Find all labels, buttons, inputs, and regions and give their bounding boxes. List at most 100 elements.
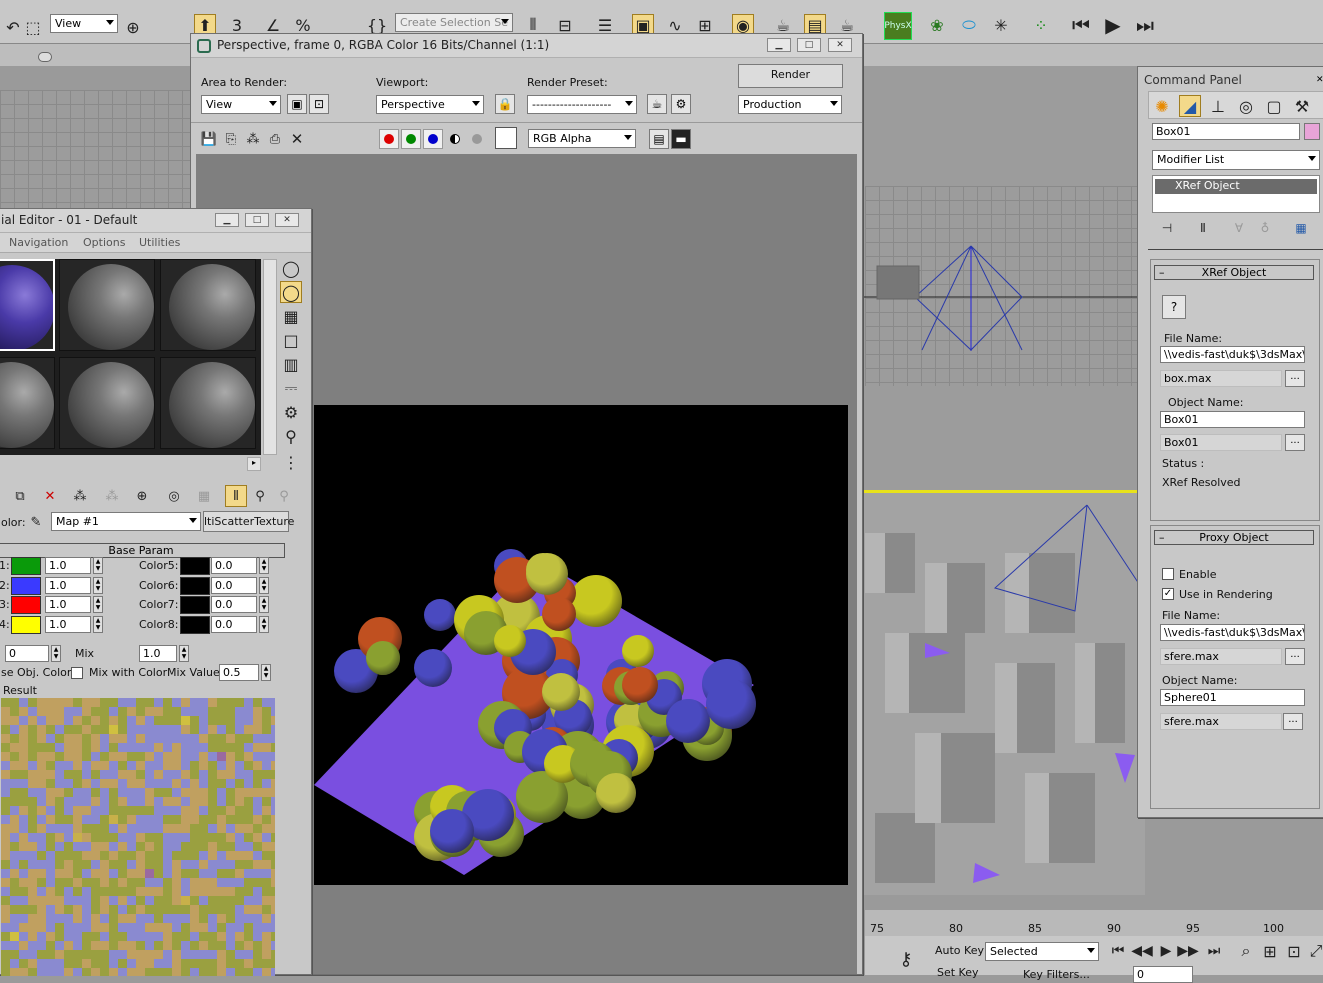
modifier-list-combo[interactable]: Modifier List: [1152, 150, 1320, 170]
physx-multi-icon[interactable]: ⁘: [1030, 14, 1052, 36]
color-amount-field[interactable]: 1.0: [45, 576, 91, 594]
object-name-field[interactable]: Box01: [1152, 123, 1300, 140]
save-image-icon[interactable]: 💾: [198, 128, 220, 150]
color-amount-spinner[interactable]: ▲ ▼: [259, 576, 269, 594]
assign-material-icon[interactable]: ⧉: [9, 485, 31, 507]
remove-modifier-icon[interactable]: ♁: [1254, 217, 1276, 239]
color-amount-spinner[interactable]: ▲ ▼: [259, 615, 269, 633]
proxy-object-rollout[interactable]: – Proxy Object: [1154, 530, 1314, 545]
xref-info-icon[interactable]: ?: [1162, 295, 1186, 319]
key-set-combo[interactable]: Selected: [985, 942, 1099, 961]
show-end-result-icon[interactable]: ⫴: [225, 485, 247, 507]
copy-image-icon[interactable]: ⎘: [220, 128, 242, 150]
close-icon[interactable]: ✕: [1316, 75, 1323, 85]
select-region-icon[interactable]: ⬚: [22, 16, 44, 38]
show-map-icon[interactable]: ▦: [193, 485, 215, 507]
go-to-start-icon[interactable]: ⏮: [1070, 13, 1092, 37]
map-name-combo[interactable]: Map #1: [51, 512, 201, 531]
reference-coordinate-combo[interactable]: View: [50, 14, 118, 33]
make-preview-icon[interactable]: ⎓: [280, 377, 302, 399]
menu-options[interactable]: Options: [83, 236, 125, 249]
maximize-button[interactable]: □: [245, 213, 269, 227]
reset-map-icon[interactable]: ✕: [39, 485, 61, 507]
proxy-file-browse-button[interactable]: ...: [1285, 648, 1305, 665]
use-in-rendering-checkbox[interactable]: ✓: [1162, 588, 1174, 600]
mix-with-color-checkbox[interactable]: [71, 667, 83, 679]
extra-value-field[interactable]: 0: [5, 645, 49, 662]
zoom-all-icon[interactable]: ⊞: [1259, 940, 1281, 962]
proxy-object-browse-button[interactable]: ...: [1283, 713, 1303, 730]
color-amount-field[interactable]: 0.0: [211, 615, 257, 633]
close-button[interactable]: ✕: [828, 38, 852, 52]
utilities-tab-icon[interactable]: ⚒: [1291, 95, 1313, 117]
copy-material-icon[interactable]: ⁂: [69, 485, 91, 507]
sample-slot[interactable]: [0, 357, 55, 449]
viewport-combo[interactable]: Perspective: [376, 95, 484, 114]
video-color-check-icon[interactable]: ▥: [280, 353, 302, 375]
xref-object-name-field[interactable]: Box01: [1160, 411, 1305, 428]
prev-key-icon[interactable]: ◀◀: [1131, 940, 1153, 962]
lock-viewport-icon[interactable]: 🔒: [495, 94, 515, 114]
perspective-viewport[interactable]: [855, 490, 1145, 895]
scroll-right-icon[interactable]: ▸: [247, 457, 261, 471]
green-channel-icon[interactable]: [401, 129, 421, 149]
front-viewport[interactable]: [855, 66, 1145, 490]
checker-background-icon[interactable]: ▦: [280, 305, 302, 327]
mix-spinner[interactable]: ▲ ▼: [179, 645, 189, 662]
physx-icon[interactable]: PhysX: [884, 12, 912, 40]
zoom-extents-icon[interactable]: ⊡: [1283, 940, 1305, 962]
mix-field[interactable]: 1.0: [139, 645, 177, 662]
enable-checkbox[interactable]: [1162, 568, 1174, 580]
monochrome-icon[interactable]: [467, 129, 487, 149]
go-to-end-icon[interactable]: ⏭: [1134, 13, 1156, 37]
xref-object-browse-button[interactable]: ...: [1285, 434, 1305, 451]
map-type-button[interactable]: ltiScatterTexture: [203, 511, 294, 532]
close-button[interactable]: ✕: [275, 213, 299, 227]
sample-slot[interactable]: [59, 357, 155, 449]
color-swatch[interactable]: [11, 596, 41, 614]
play-anim-icon[interactable]: ▶: [1155, 940, 1177, 962]
color-amount-field[interactable]: 0.0: [211, 557, 257, 574]
toggle-ui-icon[interactable]: ▤: [649, 129, 669, 149]
named-selection-set-combo[interactable]: Create Selection Se: [395, 13, 513, 32]
physx-capsule-icon[interactable]: ⬭: [958, 14, 980, 36]
base-param-rollout[interactable]: Base Param: [0, 543, 285, 558]
next-frame-icon[interactable]: ⏭: [1203, 940, 1225, 962]
red-channel-icon[interactable]: [379, 129, 399, 149]
render-mode-combo[interactable]: Production: [738, 95, 842, 114]
make-unique-icon[interactable]: ∀: [1228, 217, 1250, 239]
prev-frame-icon[interactable]: ⏮: [1107, 940, 1129, 962]
sample-slot[interactable]: [0, 259, 55, 351]
extra-value-spinner[interactable]: ▲ ▼: [51, 645, 61, 662]
auto-key-button[interactable]: Auto Key: [935, 944, 984, 957]
mix-value-field[interactable]: 0.5: [219, 664, 259, 681]
material-id-icon[interactable]: ◎: [163, 485, 185, 507]
zoom-icon[interactable]: ⌕: [1235, 940, 1257, 962]
motion-tab-icon[interactable]: ◎: [1235, 95, 1257, 117]
object-color-swatch[interactable]: [1304, 123, 1320, 140]
blue-channel-icon[interactable]: [423, 129, 443, 149]
slots-scrollbar[interactable]: [263, 259, 277, 455]
timeline-ruler[interactable]: 75 80 85 90 95 100: [865, 910, 1323, 936]
physx-explode-icon[interactable]: ✳: [990, 14, 1012, 36]
area-to-render-combo[interactable]: View: [201, 95, 281, 114]
put-library-icon[interactable]: ⊕: [131, 485, 153, 507]
print-icon[interactable]: ⎙: [264, 128, 286, 150]
play-icon[interactable]: ▶: [1102, 13, 1124, 37]
render-preset-combo[interactable]: --------------------: [527, 95, 637, 114]
color-amount-spinner[interactable]: ▲ ▼: [259, 557, 269, 574]
color-swatch[interactable]: [180, 615, 210, 634]
mix-value-spinner[interactable]: ▲ ▼: [261, 664, 271, 681]
set-key-button[interactable]: Set Key: [937, 966, 979, 979]
configure-modifier-icon[interactable]: ▦: [1290, 217, 1312, 239]
undo-icon[interactable]: ↶: [2, 16, 24, 38]
backlight-icon[interactable]: ◯: [280, 281, 302, 303]
auto-region-icon[interactable]: ⊡: [309, 94, 329, 114]
color-amount-field[interactable]: 1.0: [45, 557, 91, 574]
create-tab-icon[interactable]: ✺: [1151, 95, 1173, 117]
hierarchy-tab-icon[interactable]: ⊥: [1207, 95, 1229, 117]
display-icon[interactable]: ▬: [671, 129, 691, 149]
render-setup-icon[interactable]: ☕: [647, 94, 667, 114]
show-end-result-icon[interactable]: Ⅱ: [1192, 217, 1214, 239]
sample-type-icon[interactable]: ◯: [280, 257, 302, 279]
